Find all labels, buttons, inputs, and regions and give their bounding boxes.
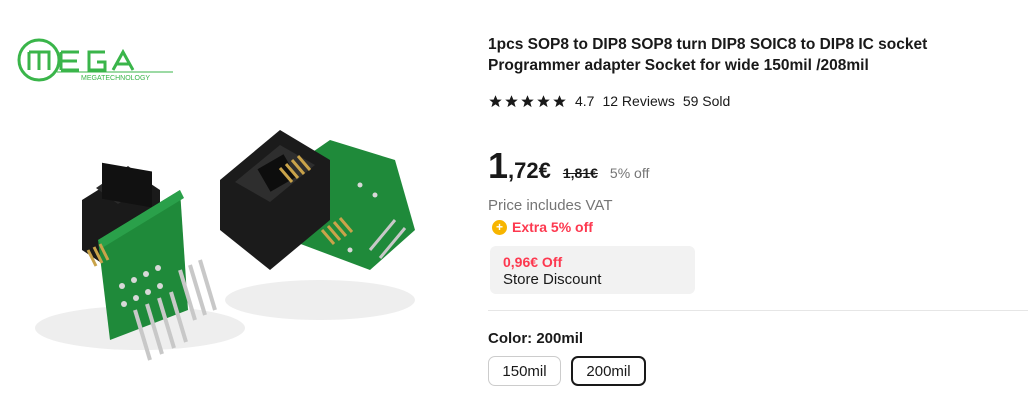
mega-logo: MEGATECHNOLOGY <box>17 38 173 82</box>
original-price: 1,81€ <box>562 165 598 181</box>
store-discount-card[interactable]: 0,96€ Off Store Discount <box>490 246 695 294</box>
store-discount-label: Store Discount <box>503 271 602 288</box>
sold-count: 59 Sold <box>682 93 731 109</box>
reviews-link[interactable]: 12 Reviews <box>602 93 674 109</box>
coin-icon: + <box>492 219 507 235</box>
extra-discount-label: Extra 5% off <box>512 219 593 235</box>
discount-percent: 5% off <box>609 165 650 181</box>
rating-row[interactable]: 4.7 12 Reviews 59 Sold <box>488 91 730 111</box>
store-discount-amount: 0,96€ Off <box>503 254 563 270</box>
vat-note: Price includes VAT <box>488 197 613 214</box>
star-icon <box>521 94 534 107</box>
star-icon <box>505 94 518 107</box>
price-decimal: ,72€ <box>508 158 551 183</box>
rating-value: 4.7 <box>575 93 595 109</box>
svg-text:MEGATECHNOLOGY: MEGATECHNOLOGY <box>81 75 150 82</box>
divider <box>488 310 1028 311</box>
product-image-pane[interactable]: MEGATECHNOLOGY <box>0 0 476 408</box>
rating-stars <box>488 94 567 109</box>
product-info-panel: 1pcs SOP8 to DIP8 SOP8 turn DIP8 SOIC8 t… <box>488 0 1028 408</box>
product-title: 1pcs SOP8 to DIP8 SOP8 turn DIP8 SOIC8 t… <box>488 36 928 74</box>
product-photo[interactable] <box>30 90 460 400</box>
color-option-150mil[interactable]: 150mil <box>488 356 561 386</box>
star-icon <box>553 94 566 107</box>
star-icon <box>489 94 502 107</box>
price-row: 1 ,72€ 1,81€ 5% off <box>488 148 649 188</box>
color-option-200mil[interactable]: 200mil <box>571 356 646 386</box>
star-icon <box>537 94 550 107</box>
extra-discount[interactable]: + Extra 5% off <box>492 219 593 235</box>
color-label: Color: 200mil <box>488 330 584 347</box>
price-integer: 1 <box>488 145 509 186</box>
